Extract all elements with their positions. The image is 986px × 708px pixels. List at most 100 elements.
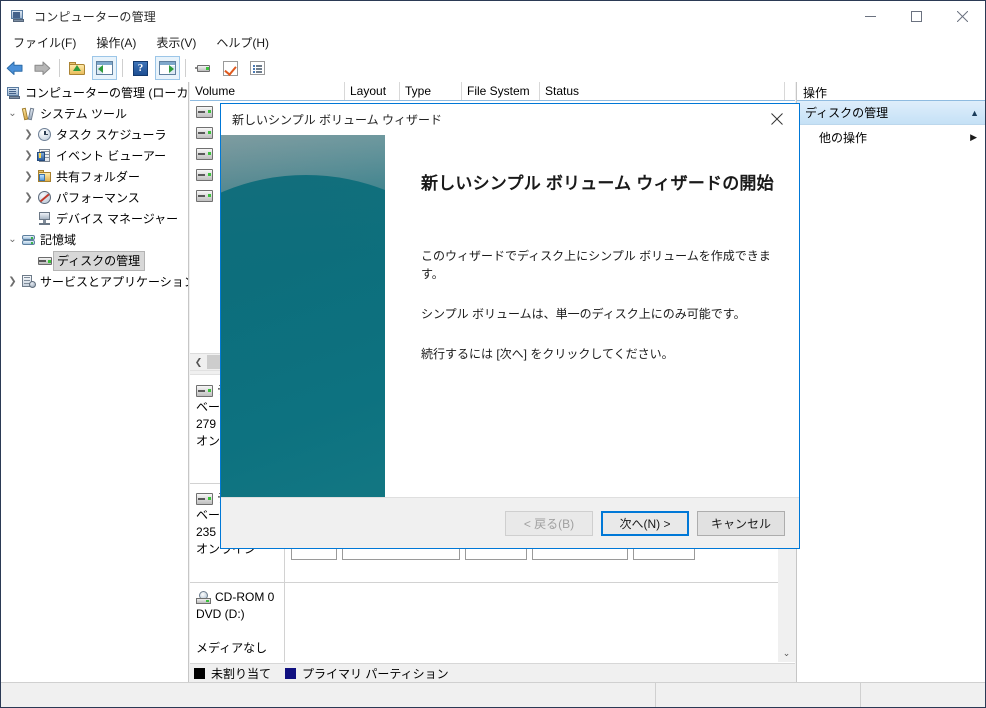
disk-icon xyxy=(196,492,213,505)
chevron-right-icon[interactable]: ❯ xyxy=(21,129,36,140)
tree-root-computer-management[interactable]: コンピューターの管理 (ローカル) xyxy=(1,82,188,103)
column-header-type[interactable]: Type xyxy=(400,82,462,100)
show-hide-console-tree-button[interactable] xyxy=(92,56,117,80)
event-log-icon xyxy=(36,148,54,164)
disk-status: メディアなし xyxy=(196,641,268,655)
services-icon xyxy=(20,274,38,290)
wizard-banner-image xyxy=(221,135,385,498)
disk-name: CD-ROM 0 xyxy=(215,590,275,604)
volume-icon xyxy=(196,168,213,181)
actions-group-label: ディスクの管理 xyxy=(805,106,889,120)
maximize-button[interactable] xyxy=(893,1,939,31)
menu-help[interactable]: ヘルプ(H) xyxy=(206,32,279,53)
scroll-down-arrow-icon[interactable]: ⌄ xyxy=(778,645,795,662)
dialog-titlebar: 新しいシンプル ボリューム ウィザード xyxy=(221,104,799,135)
statusbar-pane-2 xyxy=(656,683,861,707)
checkmark-icon xyxy=(223,60,238,76)
list-view-button[interactable] xyxy=(245,56,270,80)
back-button[interactable] xyxy=(2,56,27,80)
scroll-left-arrow-icon[interactable]: ❮ xyxy=(190,354,207,370)
chevron-right-icon[interactable]: ❯ xyxy=(21,171,36,182)
dialog-paragraph-1: このウィザードでディスク上にシンプル ボリュームを作成できます。 xyxy=(421,249,771,281)
window-controls xyxy=(847,1,985,31)
column-header-layout[interactable]: Layout xyxy=(345,82,400,100)
tree-item-shared-folders[interactable]: ❯ 共有フォルダー xyxy=(1,166,188,187)
dialog-title: 新しいシンプル ボリューム ウィザード xyxy=(232,113,442,127)
window-title: コンピューターの管理 xyxy=(34,9,157,24)
column-header-status[interactable]: Status xyxy=(540,82,785,100)
toolbar-separator xyxy=(185,59,186,77)
menu-action[interactable]: 操作(A) xyxy=(86,32,146,53)
tree-label: コンピューターの管理 (ローカル) xyxy=(25,86,189,100)
column-header-volume[interactable]: Volume xyxy=(190,82,345,100)
action-item-label: 他の操作 xyxy=(819,130,868,145)
chevron-up-icon[interactable]: ▲ xyxy=(970,108,979,118)
toolbar-separator xyxy=(59,59,60,77)
disk-type: DVD (D:) xyxy=(196,607,245,621)
cdrom-icon xyxy=(196,591,211,604)
tree-label: 記憶域 xyxy=(40,233,77,247)
volume-icon xyxy=(196,105,213,118)
disk-size xyxy=(196,623,284,640)
dialog-paragraph-3: 続行するには [次へ] をクリックしてください。 xyxy=(421,347,674,361)
tree-label: デバイス マネージャー xyxy=(56,212,179,226)
help-question-icon: ? xyxy=(133,60,148,76)
column-header-file-system[interactable]: File System xyxy=(462,82,540,100)
tree-label: タスク スケジューラ xyxy=(56,128,167,142)
forward-button[interactable] xyxy=(29,56,54,80)
toolbar-separator xyxy=(122,59,123,77)
properties-button[interactable] xyxy=(218,56,243,80)
action-item-more-actions[interactable]: 他の操作 ▶ xyxy=(797,125,985,149)
chevron-right-icon[interactable]: ❯ xyxy=(21,192,36,203)
tree-item-performance[interactable]: ❯ パフォーマンス xyxy=(1,187,188,208)
menubar: ファイル(F) 操作(A) 表示(V) ヘルプ(H) xyxy=(1,31,985,54)
cancel-button[interactable]: キャンセル xyxy=(697,510,785,536)
computer-management-icon xyxy=(10,8,26,24)
actions-group-disk-management[interactable]: ディスクの管理 ▲ xyxy=(797,101,985,125)
minimize-button[interactable] xyxy=(847,1,893,31)
tree-item-task-scheduler[interactable]: ❯ タスク スケジューラ xyxy=(1,124,188,145)
help-button[interactable]: ? xyxy=(128,56,153,80)
close-button[interactable] xyxy=(939,1,985,31)
dialog-close-button[interactable] xyxy=(754,104,799,134)
tree-item-event-viewer[interactable]: ❯ イベント ビューアー xyxy=(1,145,188,166)
back-button[interactable]: < 戻る(B) xyxy=(505,510,593,536)
disk-info: CD-ROM 0 DVD (D:) メディアなし xyxy=(190,583,285,662)
dialog-content: 新しいシンプル ボリューム ウィザードの開始 このウィザードでディスク上にシンプ… xyxy=(385,135,799,498)
menu-file[interactable]: ファイル(F) xyxy=(3,32,86,53)
tree-item-system-tools[interactable]: ⌄ システム ツール xyxy=(1,103,188,124)
chevron-right-icon[interactable]: ❯ xyxy=(21,150,36,161)
tree-label: イベント ビューアー xyxy=(56,149,167,163)
chevron-down-icon[interactable]: ⌄ xyxy=(5,108,20,119)
partition-legend: 未割り当て プライマリ パーティション xyxy=(190,663,795,683)
volume-icon xyxy=(196,189,213,202)
folder-up-icon xyxy=(69,61,86,76)
tree-item-device-manager[interactable]: デバイス マネージャー xyxy=(1,208,188,229)
menu-view[interactable]: 表示(V) xyxy=(146,32,206,53)
chevron-down-icon[interactable]: ⌄ xyxy=(5,234,20,245)
console-tree-pane: コンピューターの管理 (ローカル) ⌄ システム ツール ❯ タスク スケジュー… xyxy=(1,82,189,683)
next-button[interactable]: 次へ(N) > xyxy=(601,510,689,536)
chevron-right-icon[interactable]: ▶ xyxy=(970,132,977,143)
list-icon xyxy=(250,61,265,75)
disk-row[interactable]: CD-ROM 0 DVD (D:) メディアなし xyxy=(190,583,795,662)
disk-management-icon xyxy=(36,253,54,269)
up-one-level-button[interactable] xyxy=(65,56,90,80)
rescan-disks-button[interactable] xyxy=(191,56,216,80)
show-hide-action-pane-button[interactable] xyxy=(155,56,180,80)
clock-icon xyxy=(36,127,54,143)
chevron-right-icon[interactable]: ❯ xyxy=(5,276,20,287)
actions-pane: 操作 ディスクの管理 ▲ 他の操作 ▶ xyxy=(796,82,985,683)
statusbar-pane-3 xyxy=(861,683,985,707)
tree-item-disk-management[interactable]: ディスクの管理 xyxy=(1,250,188,271)
tree-item-services-and-applications[interactable]: ❯ サービスとアプリケーション xyxy=(1,271,188,292)
legend-swatch-unallocated xyxy=(194,668,205,679)
dialog-footer: < 戻る(B) 次へ(N) > キャンセル xyxy=(221,497,799,548)
dialog-paragraph-2: シンプル ボリュームは、単一のディスク上にのみ可能です。 xyxy=(421,307,746,321)
performance-icon xyxy=(36,190,54,206)
legend-swatch-primary-partition xyxy=(285,668,297,679)
tree-item-storage[interactable]: ⌄ 記憶域 xyxy=(1,229,188,250)
tree-label: 共有フォルダー xyxy=(56,170,141,184)
tree-label: サービスとアプリケーション xyxy=(40,275,189,289)
shared-folder-icon xyxy=(36,169,54,185)
